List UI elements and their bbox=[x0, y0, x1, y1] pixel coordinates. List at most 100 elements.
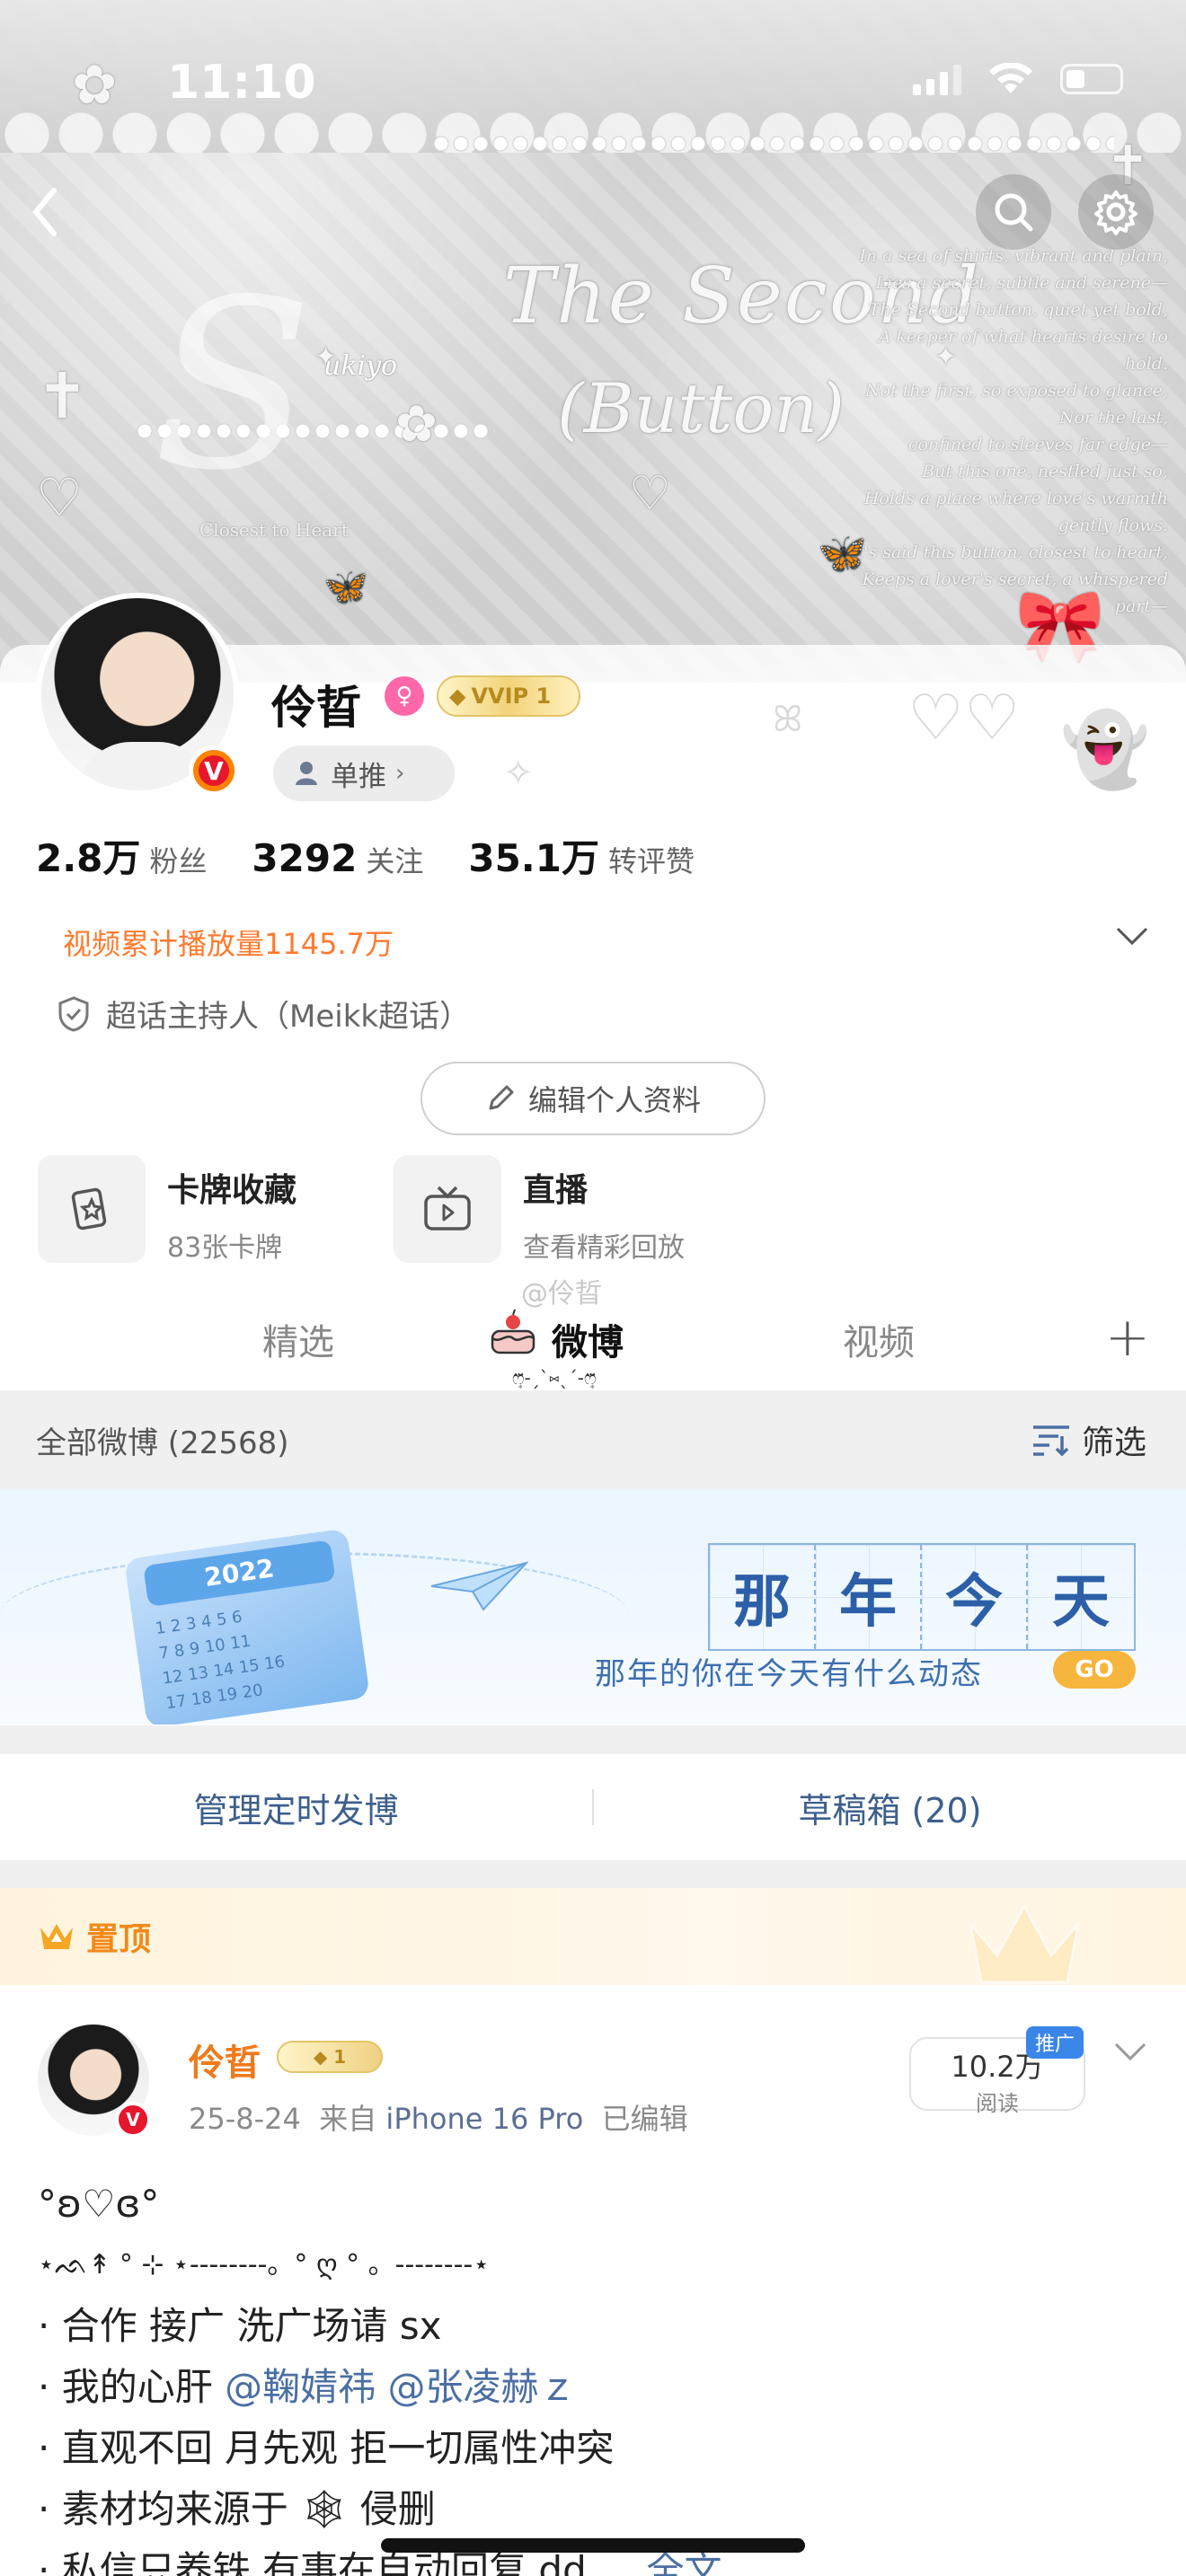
vip-badge-label: VVIP 1 bbox=[471, 684, 552, 709]
super-host-row[interactable]: 超话主持人（Meikk超话） bbox=[58, 992, 470, 1036]
following-count[interactable]: 3292 bbox=[252, 836, 357, 880]
weibo-list-header: 全部微博 (22568) 筛选 bbox=[0, 1390, 1186, 1489]
home-indicator[interactable] bbox=[381, 2538, 805, 2553]
mention-link[interactable]: @张凌赫ｚ bbox=[387, 2365, 576, 2409]
followers-count[interactable]: 2.8万 bbox=[36, 828, 140, 883]
post-body[interactable]: °ʚ♡ɞ° ⋆ᨒ↟ ° ⊹ ⋆--------。° ღ ° 。--------⋆… bbox=[38, 2174, 1152, 2576]
title-char: 年 bbox=[816, 1545, 922, 1649]
cover-caption: Closest to Heart bbox=[199, 519, 349, 541]
search-button[interactable] bbox=[976, 174, 1051, 250]
female-gender-icon: ♀ bbox=[385, 676, 424, 716]
chevron-down-icon[interactable] bbox=[1114, 925, 1150, 947]
poem-line: Nor the last, bbox=[1058, 408, 1168, 428]
post-vip-label: 1 bbox=[333, 2046, 347, 2068]
live-subtitle: 查看精彩回放 bbox=[523, 1232, 685, 1264]
heart-doodle-icon: ♡♡ bbox=[907, 681, 1021, 754]
status-time: 11:10 bbox=[167, 56, 316, 110]
scheduled-posts-button[interactable]: 管理定时发博 bbox=[0, 1783, 592, 1832]
diamond-icon: ◆ bbox=[449, 684, 466, 709]
post-edited-label[interactable]: 已编辑 bbox=[602, 2102, 688, 2136]
followers-label[interactable]: 粉丝 bbox=[149, 839, 207, 880]
go-button[interactable]: GO bbox=[1053, 1651, 1136, 1689]
back-button[interactable] bbox=[7, 174, 83, 250]
chevron-down-icon[interactable] bbox=[1112, 2041, 1148, 2062]
tab-weibo[interactable]: 微博 bbox=[552, 1313, 624, 1365]
edit-profile-button[interactable]: 编辑个人资料 bbox=[420, 1062, 766, 1135]
vip-badge[interactable]: ◆ VVIP 1 bbox=[437, 675, 580, 717]
tab-active-indicator: ෆ͙⃛-ˏˋ⑅ˎˊ-ෆ͙⃛ bbox=[512, 1367, 597, 1389]
all-weibo-count: 全部微博 (22568) bbox=[36, 1425, 289, 1461]
butterfly-icon: 🦋 bbox=[818, 531, 867, 577]
title-char: 那 bbox=[710, 1545, 816, 1649]
star-doodle-icon: ✧ bbox=[503, 753, 534, 794]
calendar-icon: 2022 1 2 3 4 5 6 7 8 9 10 11 12 13 14 15… bbox=[123, 1528, 371, 1725]
settings-button[interactable] bbox=[1078, 174, 1154, 250]
battery-icon bbox=[1060, 64, 1123, 94]
live-entry[interactable]: 直播 查看精彩回放 bbox=[394, 1155, 685, 1265]
shield-icon bbox=[58, 995, 89, 1032]
pearl-string-decoration bbox=[431, 135, 1114, 153]
reads-label: 阅读 bbox=[976, 2091, 1019, 2116]
bow-doodle-icon: ꕤ bbox=[773, 699, 803, 740]
filter-icon bbox=[1032, 1425, 1069, 1456]
post-source-prefix: 来自 bbox=[319, 2102, 377, 2136]
crown-icon bbox=[40, 1924, 73, 1949]
following-label[interactable]: 关注 bbox=[366, 839, 423, 880]
filter-label: 筛选 bbox=[1081, 1425, 1146, 1461]
drafts-button[interactable]: 草稿箱 (20) bbox=[594, 1783, 1186, 1832]
cover-poem: In a sea of shirts, vibrant and plain, L… bbox=[845, 243, 1168, 620]
chevron-right-icon: › bbox=[395, 760, 405, 787]
video-play-count[interactable]: 视频累计播放量1145.7万 bbox=[63, 922, 394, 963]
pinned-header: 置顶 bbox=[0, 1888, 1186, 1985]
profile-tabs: 精选 微博 ෆ͙⃛-ˏˋ⑅ˎˊ-ෆ͙⃛ 视频 + bbox=[0, 1286, 1186, 1390]
recommend-label: 单推 bbox=[331, 760, 386, 793]
likes-count: 35.1万 bbox=[468, 836, 599, 880]
pinned-label: 置顶 bbox=[86, 1921, 152, 1958]
tab-video[interactable]: 视频 bbox=[843, 1313, 915, 1365]
cake-icon bbox=[491, 1309, 535, 1354]
post-line: °ʚ♡ɞ° bbox=[38, 2182, 160, 2226]
live-title: 直播 bbox=[523, 1172, 589, 1209]
post-line: ⋆ᨒ↟ ° ⊹ ⋆--------。° ღ ° 。--------⋆ bbox=[38, 2249, 490, 2280]
flower-icon: ✿ bbox=[72, 54, 118, 117]
poem-line: The Second button, quiet yet bold, bbox=[868, 300, 1168, 320]
post-vip-badge[interactable]: ◆ 1 bbox=[277, 2041, 383, 2073]
post-line-text: · 素材均来源于 bbox=[38, 2487, 288, 2531]
tv-icon bbox=[394, 1155, 501, 1263]
poem-line: Keeps a lover's secret, a whispered part… bbox=[862, 569, 1168, 616]
post-date: 25-8-24 bbox=[189, 2102, 301, 2136]
signal-icon bbox=[913, 63, 961, 95]
recommend-button[interactable]: 单推 › bbox=[273, 745, 455, 801]
chevron-left-icon bbox=[32, 188, 57, 236]
post-line: · 素材均来源于 🕸 侵删 bbox=[38, 2479, 1152, 2540]
heart-icon: ♡ bbox=[629, 467, 671, 521]
poem-line: Not the first, so exposed to glance, bbox=[865, 381, 1168, 401]
poem-line: Holds a place where love's warmth gently… bbox=[863, 489, 1168, 535]
pencil-icon bbox=[489, 1085, 514, 1110]
filter-button[interactable]: 筛选 bbox=[1031, 1416, 1146, 1463]
card-collection-entry[interactable]: 卡牌收藏 83张卡牌 bbox=[38, 1155, 296, 1265]
post-source[interactable]: iPhone 16 Pro bbox=[385, 2102, 583, 2136]
heart-icon: ♡ bbox=[36, 467, 83, 528]
manage-posts-row: 管理定时发博 草稿箱 (20) bbox=[0, 1725, 1186, 1861]
post-line-text: · 我的心肝 bbox=[38, 2365, 213, 2409]
on-this-day-banner[interactable]: 2022 1 2 3 4 5 6 7 8 9 10 11 12 13 14 15… bbox=[0, 1489, 1186, 1725]
cover-title-line2: (Button) bbox=[557, 368, 845, 448]
poem-line: A keeper of what hearts desire to hold. bbox=[878, 327, 1168, 374]
cover-logo-mark: S bbox=[153, 251, 314, 522]
on-this-day-title: 那 年 今 天 bbox=[708, 1543, 1136, 1651]
tab-featured[interactable]: 精选 bbox=[262, 1313, 334, 1365]
verified-badge: V bbox=[115, 2102, 151, 2138]
paper-plane-icon bbox=[430, 1561, 528, 1611]
add-tab-button[interactable]: + bbox=[1105, 1306, 1150, 1369]
diamond-icon: ◆ bbox=[313, 2046, 334, 2068]
likes-label: 转评赞 bbox=[607, 844, 695, 878]
post-line: · 合作 接广 洗广场请 sx bbox=[38, 2304, 442, 2348]
status-icons bbox=[913, 63, 1123, 95]
mention-link[interactable]: @鞠婧祎 bbox=[225, 2365, 376, 2409]
search-icon bbox=[995, 193, 1033, 232]
profile-name: 伶晢 bbox=[271, 682, 361, 734]
promote-tag[interactable]: 推广 bbox=[1026, 2026, 1084, 2059]
post-author-name[interactable]: 伶晢 bbox=[189, 2033, 261, 2086]
flower-icon: ✿ bbox=[395, 395, 438, 454]
